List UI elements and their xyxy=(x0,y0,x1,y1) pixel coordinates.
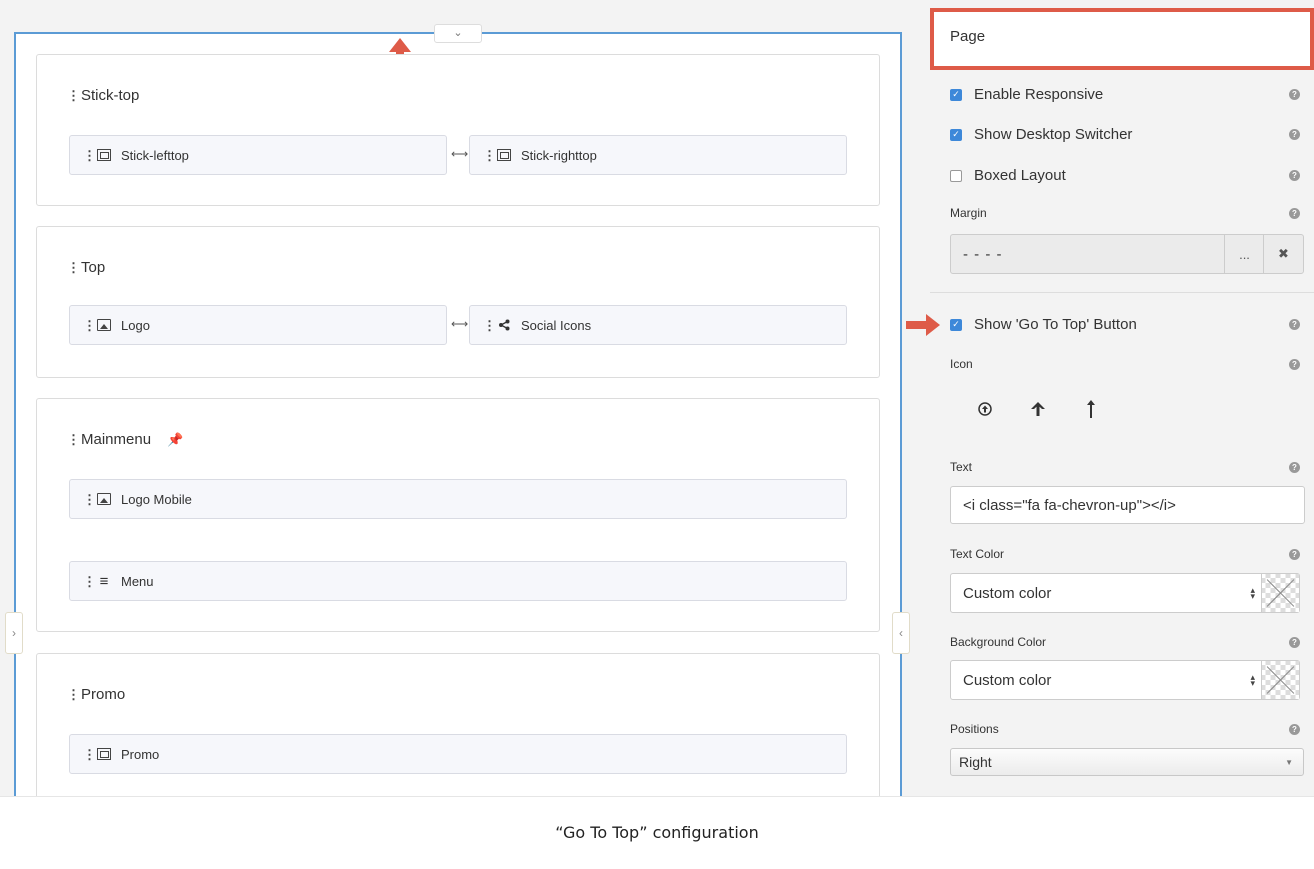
drag-handle-icon[interactable]: ⋮ xyxy=(83,149,96,162)
drag-handle-icon[interactable]: ⋮ xyxy=(483,149,496,162)
positions-label-row: Positions ? xyxy=(950,722,1300,736)
section-title: ⋮ Top xyxy=(67,259,106,276)
bg-color-label-row: Background Color ? xyxy=(950,635,1300,649)
block-promo[interactable]: ⋮ Promo xyxy=(69,734,847,774)
drag-handle-icon[interactable]: ⋮ xyxy=(67,89,80,102)
module-icon xyxy=(97,748,111,760)
icon-label-row: Icon ? xyxy=(950,357,1300,371)
collapse-toggle-button[interactable]: ⌄ xyxy=(434,24,482,43)
red-arrow-right-icon xyxy=(906,314,940,336)
margin-clear-button[interactable]: ✖ xyxy=(1263,235,1303,273)
boxed-layout-checkbox[interactable] xyxy=(950,169,962,182)
text-input[interactable]: <i class="fa fa-chevron-up"></i> xyxy=(950,486,1305,524)
drag-handle-icon[interactable]: ⋮ xyxy=(67,261,80,274)
text-color-swatch[interactable] xyxy=(1261,574,1299,612)
drag-handle-icon[interactable]: ⋮ xyxy=(67,688,80,701)
text-color-select[interactable]: Custom color ▴ ▾ xyxy=(950,573,1300,613)
help-icon[interactable]: ? xyxy=(1289,548,1300,560)
share-icon xyxy=(497,319,511,331)
enable-responsive-row[interactable]: ✓ Enable Responsive ? xyxy=(950,86,1300,103)
block-stick-lefttop[interactable]: ⋮ Stick-lefttop xyxy=(69,135,447,175)
panel-title: Page xyxy=(950,28,986,45)
drag-handle-icon[interactable]: ⋮ xyxy=(83,493,96,506)
select-spinner-icon[interactable]: ▴ ▾ xyxy=(1250,586,1255,601)
text-color-label-row: Text Color ? xyxy=(950,547,1300,561)
help-icon[interactable]: ? xyxy=(1289,170,1300,181)
section-promo[interactable]: ⋮ Promo ⋮ Promo xyxy=(36,653,880,796)
drag-handle-icon[interactable]: ⋮ xyxy=(483,319,496,332)
block-stick-righttop[interactable]: ⋮ Stick-righttop xyxy=(469,135,847,175)
arrow-up-bold-icon[interactable] xyxy=(1030,401,1046,422)
section-title: ⋮ Stick-top xyxy=(67,87,140,104)
divider xyxy=(930,292,1314,293)
go-to-top-row[interactable]: ✓ Show 'Go To Top' Button ? xyxy=(950,316,1300,333)
help-icon[interactable]: ? xyxy=(1289,207,1300,219)
boxed-layout-row[interactable]: Boxed Layout ? xyxy=(950,167,1300,184)
section-top[interactable]: ⋮ Top ⋮ Logo ⟷ ⋮ Social Icons xyxy=(36,226,880,378)
screenshot: ⌄ › ‹ ⋮ Stick-top ⋮ Stick-lefttop ⟷ ⋮ St… xyxy=(0,0,1314,796)
help-icon[interactable]: ? xyxy=(1289,358,1300,370)
module-icon xyxy=(97,149,111,161)
module-icon xyxy=(497,149,511,161)
show-desktop-switcher-checkbox[interactable]: ✓ xyxy=(950,128,962,141)
help-icon[interactable]: ? xyxy=(1289,319,1300,330)
resize-arrows-icon[interactable]: ⟷ xyxy=(451,317,468,331)
help-icon[interactable]: ? xyxy=(1289,636,1300,648)
go-to-top-checkbox[interactable]: ✓ xyxy=(950,318,962,331)
right-panel-toggle[interactable]: ‹ xyxy=(892,612,910,654)
background-color-swatch[interactable] xyxy=(1261,661,1299,699)
pin-icon[interactable]: 📌 xyxy=(167,432,183,448)
block-logo[interactable]: ⋮ Logo xyxy=(69,305,447,345)
settings-panel: Page ✓ Enable Responsive ? ✓ Show Deskto… xyxy=(930,8,1314,796)
image-icon xyxy=(97,319,111,331)
enable-responsive-checkbox[interactable]: ✓ xyxy=(950,88,962,101)
block-logo-mobile[interactable]: ⋮ Logo Mobile xyxy=(69,479,847,519)
show-desktop-switcher-row[interactable]: ✓ Show Desktop Switcher ? xyxy=(950,126,1300,143)
margin-label-row: Margin ? xyxy=(950,206,1300,220)
block-menu[interactable]: ⋮ ≡ Menu xyxy=(69,561,847,601)
positions-select[interactable]: Right ▼ xyxy=(950,748,1304,776)
chevron-down-icon: ▼ xyxy=(1285,757,1293,767)
arrow-circle-up-icon[interactable] xyxy=(978,402,992,421)
text-label-row: Text ? xyxy=(950,460,1300,474)
background-color-select[interactable]: Custom color ▴ ▾ xyxy=(950,660,1300,700)
select-spinner-icon[interactable]: ▴ ▾ xyxy=(1250,673,1255,688)
section-title: ⋮ Promo xyxy=(67,686,126,703)
resize-arrows-icon[interactable]: ⟷ xyxy=(451,147,468,161)
drag-handle-icon[interactable]: ⋮ xyxy=(67,433,80,446)
margin-field[interactable]: - - - - ... ✖ xyxy=(950,234,1304,274)
help-icon[interactable]: ? xyxy=(1289,461,1300,473)
section-title: ⋮ Mainmenu 📌 xyxy=(67,431,184,448)
left-panel-toggle[interactable]: › xyxy=(5,612,23,654)
image-icon xyxy=(97,493,111,505)
section-stick-top[interactable]: ⋮ Stick-top ⋮ Stick-lefttop ⟷ ⋮ Stick-ri… xyxy=(36,54,880,206)
block-social-icons[interactable]: ⋮ Social Icons xyxy=(469,305,847,345)
margin-edit-button[interactable]: ... xyxy=(1224,235,1264,273)
panel-header: Page xyxy=(930,8,1314,70)
drag-handle-icon[interactable]: ⋮ xyxy=(83,319,96,332)
help-icon[interactable]: ? xyxy=(1289,723,1300,735)
section-mainmenu[interactable]: ⋮ Mainmenu 📌 ⋮ Logo Mobile ⋮ ≡ Menu xyxy=(36,398,880,632)
menu-icon: ≡ xyxy=(99,572,109,590)
help-icon[interactable]: ? xyxy=(1289,129,1300,140)
long-arrow-up-icon[interactable] xyxy=(1086,400,1096,423)
drag-handle-icon[interactable]: ⋮ xyxy=(83,575,96,588)
drag-handle-icon[interactable]: ⋮ xyxy=(83,748,96,761)
help-icon[interactable]: ? xyxy=(1289,89,1300,100)
figure-caption: “Go To Top” configuration xyxy=(0,796,1314,868)
